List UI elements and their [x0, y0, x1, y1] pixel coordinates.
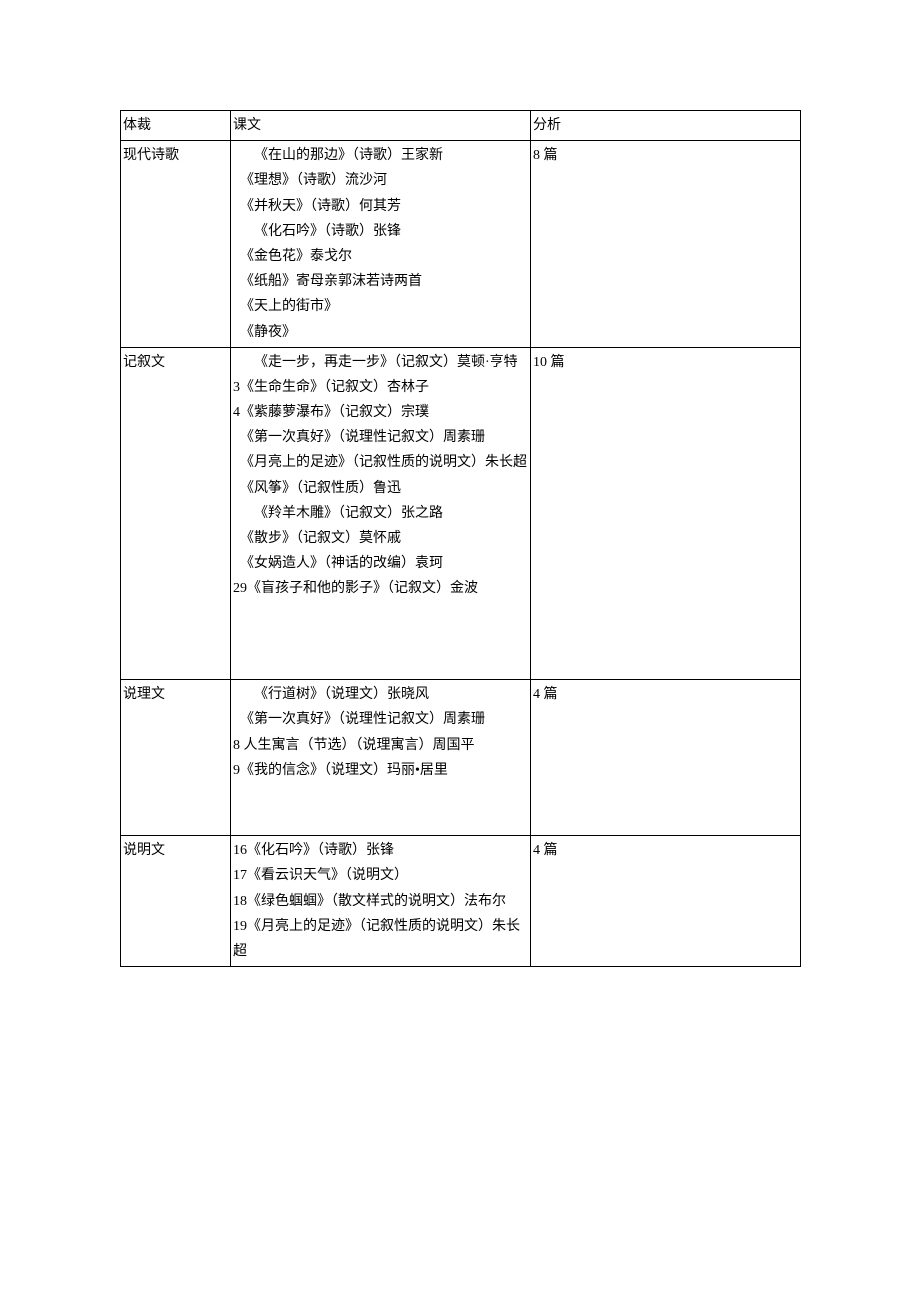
- cell-text: 《在山的那边》（诗歌）王家新 《理想》（诗歌）流沙河 《并秋天》（诗歌）何其芳 …: [231, 141, 531, 348]
- cell-text: 16《化石吟》（诗歌）张锋 17《看云识天气》（说明文） 18《绿色蝈蝈》（散文…: [231, 836, 531, 967]
- cell-genre: 现代诗歌: [121, 141, 231, 348]
- cell-analysis: 10 篇: [531, 347, 801, 679]
- cell-genre: 说明文: [121, 836, 231, 967]
- table-row: 说明文 16《化石吟》（诗歌）张锋 17《看云识天气》（说明文） 18《绿色蝈蝈…: [121, 836, 801, 967]
- cell-analysis: 4 篇: [531, 680, 801, 836]
- cell-text: 《行道树》（说理文）张晓风 《第一次真好》（说理性记叙文）周素珊 8 人生寓言（…: [231, 680, 531, 836]
- table-row: 现代诗歌 《在山的那边》（诗歌）王家新 《理想》（诗歌）流沙河 《并秋天》（诗歌…: [121, 141, 801, 348]
- cell-analysis: 8 篇: [531, 141, 801, 348]
- table-row: 记叙文 《走一步，再走一步》（记叙文）莫顿·亨特 3《生命生命》（记叙文）杏林子…: [121, 347, 801, 679]
- header-analysis: 分析: [531, 111, 801, 141]
- cell-genre: 记叙文: [121, 347, 231, 679]
- cell-analysis: 4 篇: [531, 836, 801, 967]
- table-row: 说理文 《行道树》（说理文）张晓风 《第一次真好》（说理性记叙文）周素珊 8 人…: [121, 680, 801, 836]
- cell-genre: 说理文: [121, 680, 231, 836]
- table-header-row: 体裁 课文 分析: [121, 111, 801, 141]
- cell-text: 《走一步，再走一步》（记叙文）莫顿·亨特 3《生命生命》（记叙文）杏林子 4《紫…: [231, 347, 531, 679]
- document-page: 体裁 课文 分析 现代诗歌 《在山的那边》（诗歌）王家新 《理想》（诗歌）流沙河…: [0, 0, 920, 1027]
- header-genre: 体裁: [121, 111, 231, 141]
- genre-table: 体裁 课文 分析 现代诗歌 《在山的那边》（诗歌）王家新 《理想》（诗歌）流沙河…: [120, 110, 801, 967]
- header-text: 课文: [231, 111, 531, 141]
